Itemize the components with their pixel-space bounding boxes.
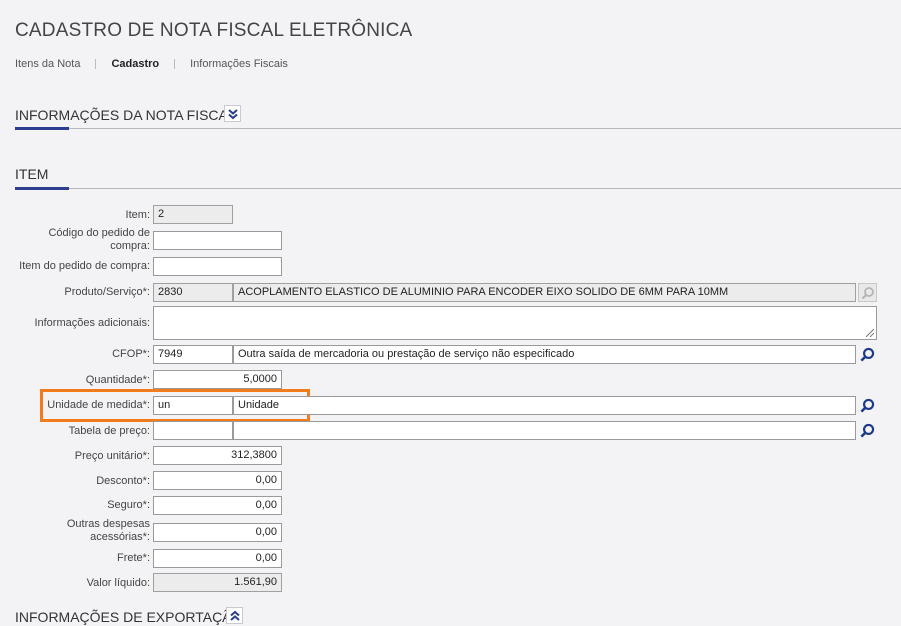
cfop-label: CFOP*: (112, 348, 150, 360)
quantity-label: Quantidade*: (85, 374, 150, 386)
product-label: Produto/Serviço*: (64, 286, 150, 298)
item-field: 2 (153, 205, 233, 224)
search-icon (860, 423, 875, 438)
search-icon (861, 286, 874, 299)
purchase-order-item-label: Item do pedido de compra: (19, 260, 150, 272)
product-code-field: 2830 (153, 283, 233, 302)
section-title-export-info: INFORMAÇÕES DE EXPORTAÇÃO (15, 609, 243, 625)
insurance-label: Seguro*: (107, 499, 150, 511)
breadcrumb-item-itens-da-nota[interactable]: Itens da Nota (15, 58, 80, 70)
breadcrumb-item-cadastro[interactable]: Cadastro (111, 58, 159, 70)
section-title-item: ITEM (15, 166, 49, 182)
price-table-search-button[interactable] (858, 421, 877, 440)
unit-search-button[interactable] (858, 396, 877, 415)
other-expenses-input[interactable]: 0,00 (153, 523, 282, 542)
discount-input[interactable]: 0,00 (153, 471, 282, 490)
unit-price-label: Preço unitário*: (74, 450, 150, 462)
unit-description-field[interactable]: Unidade (233, 396, 856, 415)
product-search-button (858, 283, 877, 302)
additional-info-textarea[interactable] (153, 306, 877, 340)
purchase-order-code-input[interactable] (153, 231, 282, 250)
breadcrumb: Itens da Nota Cadastro Informações Fisca… (15, 58, 288, 70)
discount-label: Desconto*: (96, 475, 150, 487)
item-label: Item: (125, 209, 150, 221)
net-value-label: Valor líquido: (86, 577, 150, 589)
unit-label: Unidade de medida*: (47, 399, 150, 411)
breadcrumb-separator (95, 59, 97, 69)
net-value-field: 1.561,90 (153, 573, 282, 592)
cfop-description-field[interactable]: Outra saída de mercadoria ou prestação d… (233, 345, 856, 364)
unit-price-input[interactable]: 312,3800 (153, 446, 282, 465)
other-expenses-label: Outras despesas acessórias*: (66, 518, 150, 543)
product-description-field: ACOPLAMENTO ELASTICO DE ALUMINIO PARA EN… (233, 283, 856, 302)
insurance-input[interactable]: 0,00 (153, 496, 282, 515)
unit-code-input[interactable]: un (153, 396, 233, 415)
page-title: CADASTRO DE NOTA FISCAL ELETRÔNICA (15, 20, 413, 41)
cfop-search-button[interactable] (858, 345, 877, 364)
additional-info-label: Informações adicionais: (34, 317, 150, 329)
resize-grip-icon[interactable] (866, 329, 874, 337)
price-table-description-field[interactable] (233, 421, 856, 440)
section-divider (15, 188, 901, 189)
section-accent (15, 127, 69, 130)
quantity-input[interactable]: 5,0000 (153, 370, 282, 389)
purchase-order-item-input[interactable] (153, 257, 282, 276)
price-table-code-input[interactable] (153, 421, 233, 440)
chevron-double-up-icon (229, 610, 240, 621)
breadcrumb-item-informacoes-fiscais[interactable]: Informações Fiscais (190, 58, 288, 70)
price-table-label: Tabela de preço: (68, 425, 150, 437)
breadcrumb-separator (174, 59, 176, 69)
section-accent (15, 187, 69, 190)
purchase-order-code-label: Código do pedido de compra: (48, 227, 150, 252)
chevron-double-down-icon (227, 108, 238, 119)
section-title-invoice-info: INFORMAÇÕES DA NOTA FISCAL (15, 107, 236, 123)
expand-invoice-info-button[interactable] (224, 105, 241, 122)
cfop-code-input[interactable]: 7949 (153, 345, 233, 364)
section-divider (15, 128, 901, 129)
search-icon (860, 398, 875, 413)
search-icon (860, 347, 875, 362)
freight-label: Frete*: (116, 552, 150, 564)
collapse-export-info-button[interactable] (226, 607, 243, 624)
freight-input[interactable]: 0,00 (153, 549, 282, 568)
